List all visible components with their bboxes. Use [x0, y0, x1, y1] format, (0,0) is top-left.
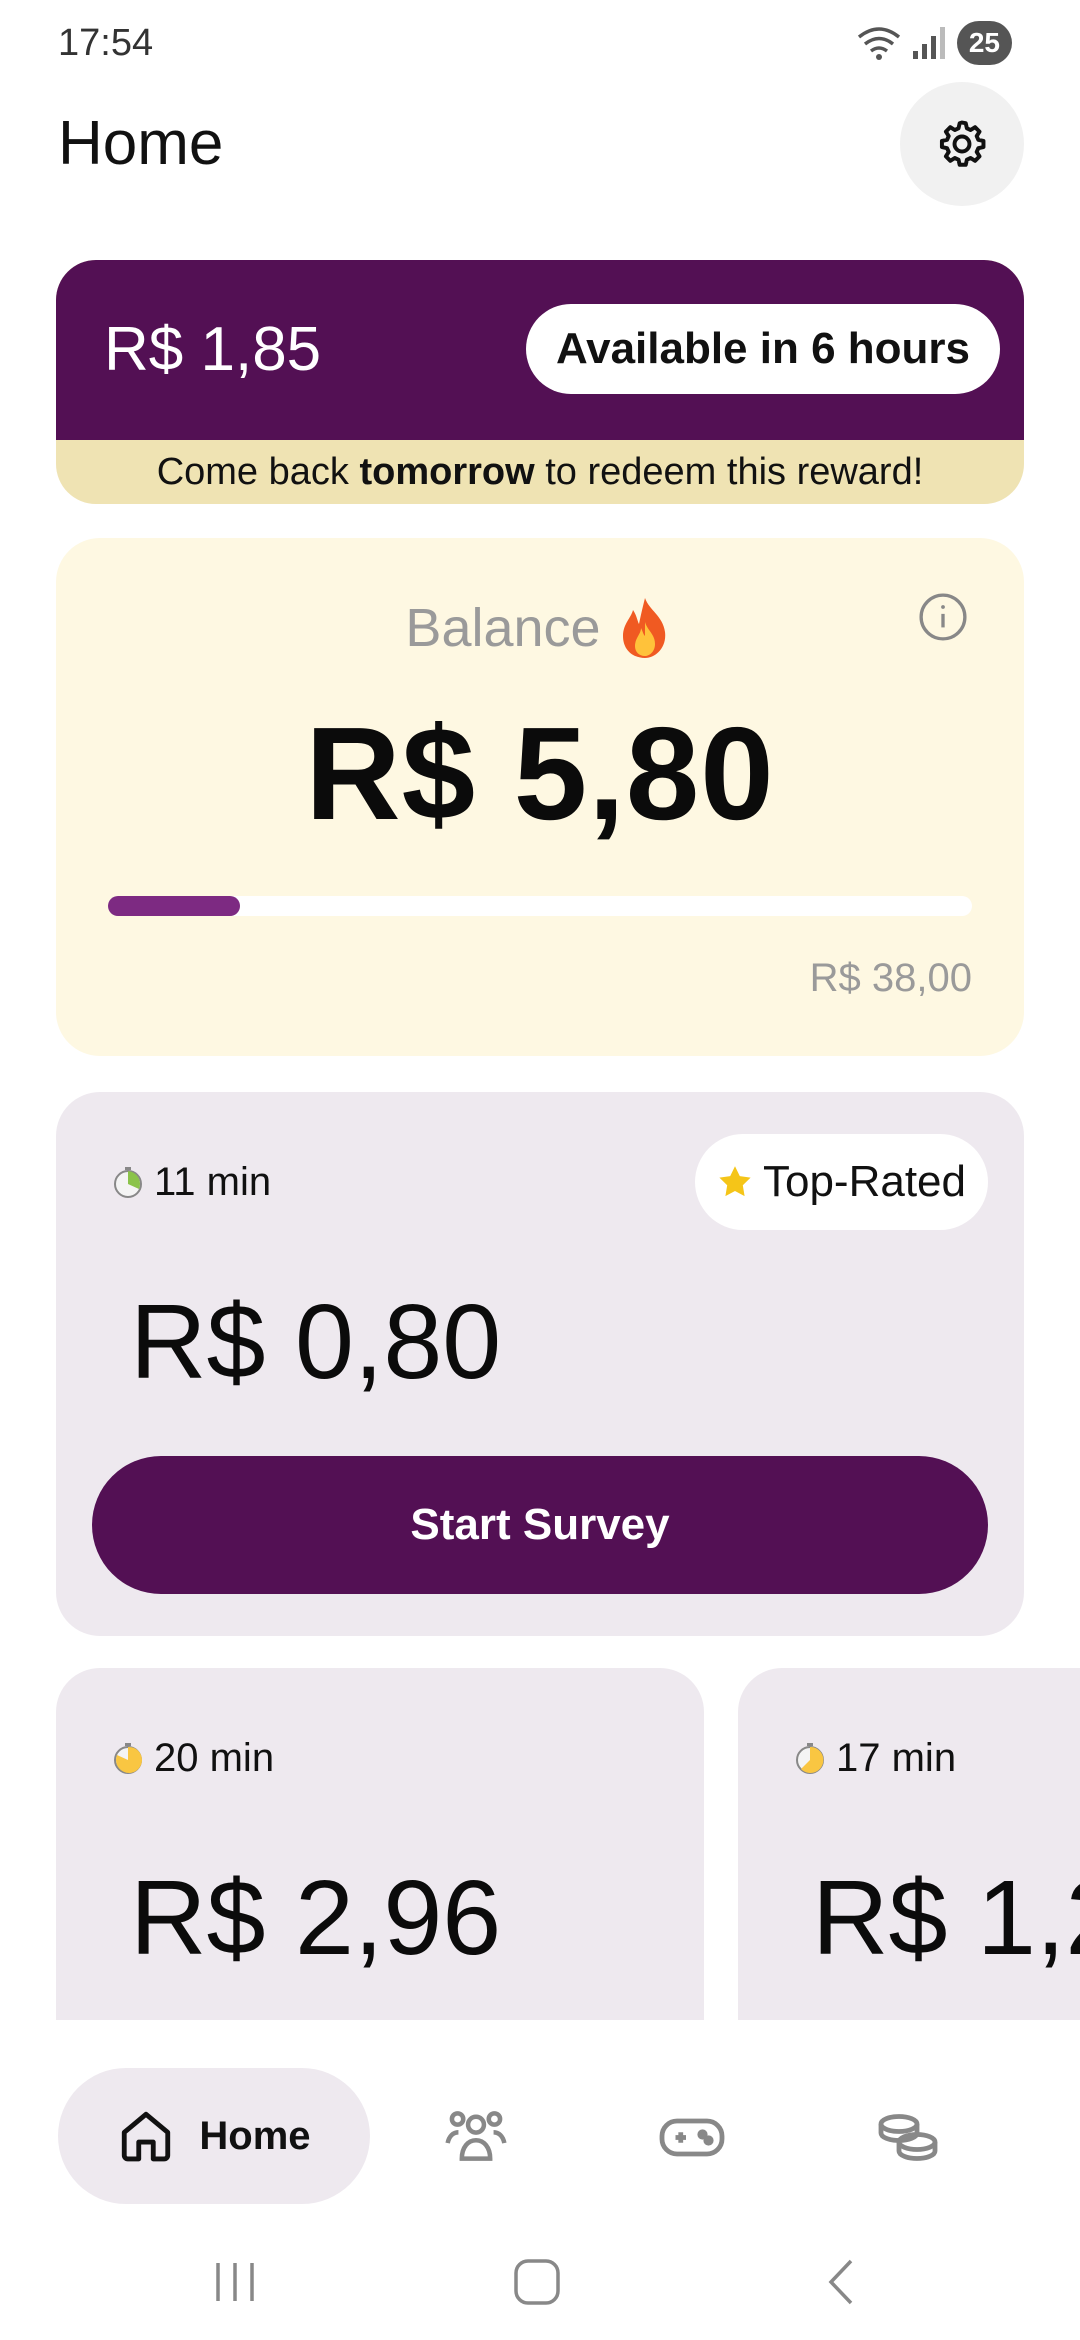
balance-label: Balance [405, 598, 601, 658]
fire-icon [622, 598, 665, 658]
recent-apps-button[interactable] [200, 2250, 270, 2314]
gear-icon [939, 120, 986, 167]
reward-message-after: to redeem this reward! [534, 450, 924, 493]
featured-survey-card[interactable]: 11 min Top-Rated R$ 0,80 Start Survey [56, 1092, 1024, 1636]
start-survey-button[interactable]: Start Survey [92, 1456, 988, 1594]
survey-duration-text: 17 min [836, 1736, 957, 1780]
status-bar: 17:54 25 [0, 0, 1080, 90]
settings-button[interactable] [900, 82, 1024, 206]
survey-duration-text: 11 min [154, 1160, 272, 1204]
reward-availability-badge: Available in 6 hours [525, 304, 1000, 394]
page-title: Home [58, 109, 224, 178]
nav-rewards[interactable] [872, 2100, 944, 2172]
balance-value: R$ 5,80 [305, 700, 775, 847]
people-icon [445, 2111, 507, 2161]
home-square-icon [514, 2259, 560, 2305]
bottom-nav: Home [0, 2020, 1080, 2260]
survey-amount: R$ 2,96 [130, 1859, 502, 1977]
balance-progress-track [108, 896, 972, 916]
survey-duration: 17 min [794, 1736, 956, 1781]
status-icons: 25 [857, 20, 1012, 66]
signal-icon [912, 27, 945, 59]
nav-home-label: Home [199, 2113, 311, 2158]
reward-message-before: Come back [156, 450, 360, 493]
survey-duration-text: 20 min [154, 1736, 275, 1780]
recent-apps-icon [216, 2263, 254, 2301]
battery-icon: 25 [956, 21, 1012, 65]
info-icon[interactable] [918, 592, 968, 642]
wifi-icon [857, 27, 900, 60]
status-time: 17:54 [58, 22, 154, 64]
balance-goal: R$ 38,00 [809, 956, 972, 1000]
timer-icon [796, 1742, 824, 1774]
nav-people[interactable] [440, 2100, 512, 2172]
reward-header: R$ 1,85 Available in 6 hours [56, 260, 1024, 440]
top-rated-badge: Top-Rated [694, 1134, 988, 1230]
reward-amount: R$ 1,85 [104, 315, 322, 384]
survey-duration: 11 min [112, 1160, 271, 1205]
home-icon [122, 2111, 171, 2162]
back-button[interactable] [806, 2250, 876, 2314]
nav-home[interactable]: Home [58, 2068, 370, 2204]
balance-card: Balance R$ 5,80 R$ 38,00 [56, 538, 1024, 1056]
system-nav-bar [0, 2230, 1080, 2340]
reward-message: Come back tomorrow to redeem this reward… [56, 440, 1024, 504]
survey-card[interactable]: 17 min R$ 1,2 [738, 1668, 1080, 2068]
coins-icon [878, 2114, 938, 2161]
reward-card[interactable]: R$ 1,85 Available in 6 hours Come back t… [56, 260, 1024, 504]
star-icon [719, 1166, 751, 1197]
timer-icon [114, 1166, 142, 1198]
survey-duration: 20 min [112, 1736, 274, 1781]
survey-amount: R$ 0,80 [130, 1283, 502, 1401]
home-system-button[interactable] [502, 2250, 572, 2314]
survey-amount: R$ 1,2 [812, 1859, 1080, 1977]
survey-card[interactable]: 20 min R$ 2,96 [56, 1668, 704, 2068]
timer-icon [114, 1742, 143, 1774]
reward-message-bold: tomorrow [359, 450, 535, 493]
gamepad-icon [659, 2118, 725, 2157]
balance-progress-fill [108, 896, 240, 916]
nav-games[interactable] [656, 2100, 728, 2172]
top-rated-label: Top-Rated [762, 1157, 966, 1206]
back-chevron-icon [828, 2259, 853, 2305]
balance-label-row: Balance [56, 596, 1024, 660]
